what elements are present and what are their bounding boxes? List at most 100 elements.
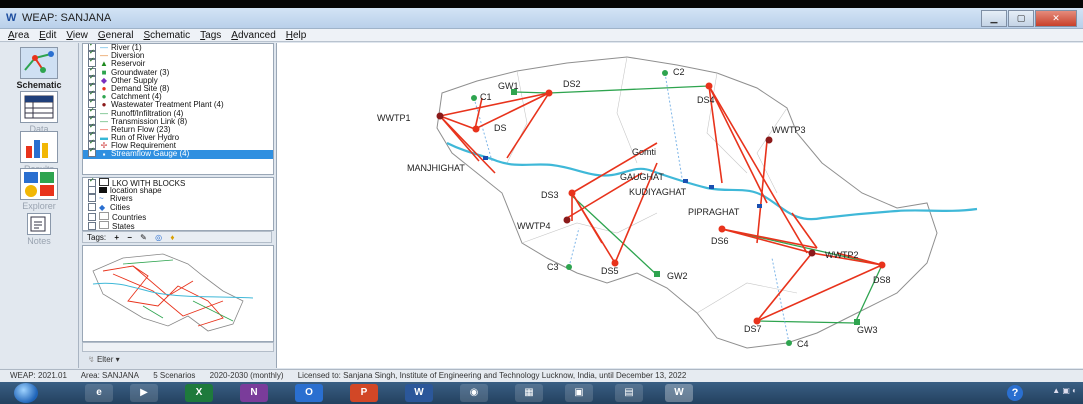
excel-taskbar-icon[interactable]: X [185, 384, 213, 402]
schematic-canvas[interactable]: WWTP1 WWTP3 WWTP4 WWTP2 C1 C2 C3 C4 GW1 … [277, 43, 1083, 368]
menu-tags[interactable]: Tags [200, 29, 221, 41]
view-notes-label: Notes [27, 236, 51, 246]
gomti-label: Gomti [632, 147, 656, 157]
menu-schematic[interactable]: Schematic [143, 29, 190, 41]
layer-swatch-icon [99, 212, 109, 221]
view-bar: Schematic Data Results [0, 43, 79, 368]
layer-item[interactable]: States [83, 220, 273, 231]
c4-node[interactable] [786, 340, 792, 346]
edit-tag-button[interactable]: ✎ [140, 233, 147, 242]
gauge-manjhighat[interactable] [483, 156, 488, 160]
overview-map[interactable] [82, 245, 274, 342]
c1-node[interactable] [471, 95, 477, 101]
legend-checkbox[interactable] [88, 147, 96, 158]
pdf-taskbar-icon[interactable]: ▤ [615, 384, 643, 402]
minimize-button[interactable]: ▁ [981, 10, 1007, 27]
ds2-node[interactable] [545, 89, 553, 97]
layer-item[interactable]: Countries [83, 212, 273, 222]
gauge-gaughat[interactable] [683, 179, 688, 183]
c4-label: C4 [797, 339, 809, 349]
c1-label: C1 [480, 92, 492, 102]
layer-checkbox[interactable] [88, 213, 96, 222]
c2-node[interactable] [662, 70, 668, 76]
weap-taskbar-icon[interactable]: W [665, 384, 693, 402]
c3-label: C3 [547, 262, 559, 272]
gauge-pipraghat[interactable] [757, 204, 762, 208]
outlook-taskbar-icon[interactable]: O [295, 384, 323, 402]
gauge-kudiyaghat[interactable] [709, 185, 714, 189]
menu-bar: Area Edit View General Schematic Tags Ad… [0, 29, 1083, 42]
ds2-label: DS2 [563, 79, 581, 89]
ie-taskbar-icon[interactable]: e [85, 384, 113, 402]
view-schematic-label: Schematic [16, 80, 62, 90]
schematic-map[interactable]: WWTP1 WWTP3 WWTP4 WWTP2 C1 C2 C3 C4 GW1 … [276, 43, 1083, 368]
powerpoint-taskbar-icon[interactable]: P [350, 384, 378, 402]
layer-label: States [112, 221, 135, 231]
gw1-label: GW1 [498, 81, 519, 91]
legend-label: Streamflow Gauge (4) [111, 149, 190, 159]
status-bar: WEAP: 2021.01 Area: SANJANA 5 Scenarios … [0, 369, 1083, 382]
chrome-taskbar-icon[interactable]: ◉ [460, 384, 488, 402]
gw3-label: GW3 [857, 325, 878, 335]
ds-node[interactable] [472, 125, 480, 133]
layer-checkbox[interactable] [88, 194, 96, 203]
ds8-node[interactable] [878, 261, 886, 269]
word-taskbar-icon[interactable]: W [405, 384, 433, 402]
layer-checkbox[interactable] [88, 221, 96, 230]
data-icon [20, 91, 58, 123]
help-icon[interactable]: ? [1007, 385, 1023, 401]
view-notes-button[interactable]: Notes [8, 213, 70, 246]
file-taskbar-icon[interactable]: ▦ [515, 384, 543, 402]
close-button[interactable]: ✕ [1035, 10, 1077, 27]
ds3-label: DS3 [541, 190, 559, 200]
layer-swatch-icon [99, 178, 109, 186]
menu-view[interactable]: View [66, 29, 88, 41]
notes-icon [27, 213, 51, 235]
c3-node[interactable] [566, 264, 572, 270]
overview-scrollbar[interactable] [82, 342, 274, 352]
wwtp2-node[interactable] [808, 249, 816, 257]
layer-swatch-icon [99, 186, 107, 193]
status-version: WEAP: 2021.01 [10, 371, 67, 380]
wwtp4-node[interactable] [563, 216, 571, 224]
ds6-node[interactable] [718, 225, 726, 233]
media-player-taskbar-icon[interactable]: ▶ [130, 384, 158, 402]
ds3-node[interactable] [568, 189, 576, 197]
view-data-button[interactable]: Data [8, 91, 70, 134]
legend-streamflow-gauge[interactable]: ▪ Streamflow Gauge (4) [83, 147, 273, 159]
layer-checkbox[interactable] [88, 202, 96, 211]
maximize-button[interactable]: ▢ [1008, 10, 1034, 27]
gw2-node[interactable] [654, 271, 660, 277]
wwtp1-node[interactable] [436, 112, 444, 120]
manjhighat-label: MANJHIGHAT [407, 163, 465, 173]
remove-tag-button[interactable]: − [127, 233, 132, 242]
layer-checkbox[interactable] [88, 185, 96, 194]
menu-help[interactable]: Help [286, 29, 307, 41]
menu-edit[interactable]: Edit [39, 29, 56, 41]
schematic-legend: —River (1) —Diversion ▲Reservoir ■Ground… [82, 43, 274, 175]
onenote-taskbar-icon[interactable]: N [240, 384, 268, 402]
wwtp2-label: WWTP2 [825, 250, 859, 260]
tag-filter-button[interactable]: ◎ [155, 233, 162, 242]
gis-layers-panel: LKO WITH BLOCKS location shape ~Rivers ◆… [82, 177, 274, 231]
status-scenarios: 5 Scenarios [153, 371, 196, 380]
ds4-node[interactable] [705, 82, 713, 90]
screen-top-edge [0, 0, 1083, 8]
add-tag-button[interactable]: + [114, 233, 119, 242]
filter-icon: ↯ [88, 355, 97, 364]
start-button[interactable] [14, 383, 38, 403]
c2-label: C2 [673, 67, 685, 77]
layer-item[interactable]: ◆ Cities [83, 202, 273, 213]
filter-control[interactable]: ↯ Elter ▾ [82, 352, 278, 367]
view-schematic-button[interactable]: Schematic [8, 47, 70, 90]
wwtp3-node[interactable] [765, 136, 773, 144]
menu-advanced[interactable]: Advanced [231, 29, 275, 41]
view-explorer-label: Explorer [22, 201, 56, 211]
view-explorer-button[interactable]: Explorer [8, 168, 70, 211]
image-taskbar-icon[interactable]: ▣ [565, 384, 593, 402]
menu-general[interactable]: General [98, 29, 134, 41]
ds5-label: DS5 [601, 266, 619, 276]
kudiyaghat-label: KUDIYAGHAT [629, 187, 687, 197]
tag-lightbulb-button[interactable]: ♦ [170, 233, 174, 242]
menu-area[interactable]: Area [8, 29, 29, 41]
